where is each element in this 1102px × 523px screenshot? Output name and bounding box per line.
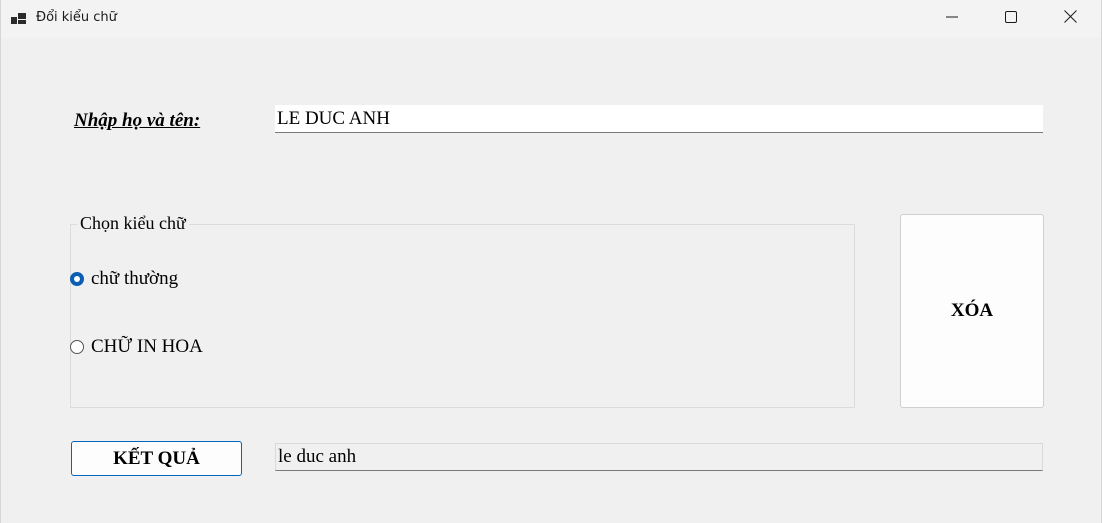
name-label: Nhập họ và tên: — [74, 110, 201, 131]
name-input[interactable] — [275, 105, 1043, 133]
minimize-icon — [946, 10, 958, 28]
uppercase-radio-label: CHỮ IN HOA — [91, 336, 203, 357]
lowercase-radio[interactable]: chữ thường — [70, 268, 178, 290]
case-style-group — [70, 224, 855, 408]
window-title: Đổi kiểu chữ — [36, 10, 117, 25]
title-bar: Đổi kiểu chữ — [1, 0, 1101, 38]
app-window: Đổi kiểu chữ Nhập họ và tên: Chọn kiểu c… — [0, 0, 1102, 523]
result-button[interactable]: KẾT QUẢ — [71, 441, 242, 476]
uppercase-radio[interactable]: CHỮ IN HOA — [70, 336, 203, 358]
maximize-button[interactable] — [982, 0, 1040, 38]
app-window-icon — [11, 11, 27, 27]
clear-button[interactable]: XÓA — [900, 214, 1044, 408]
close-button[interactable] — [1041, 0, 1099, 38]
minimize-button[interactable] — [923, 0, 981, 38]
lowercase-radio-label: chữ thường — [91, 268, 179, 289]
case-style-group-title: Chọn kiểu chữ — [77, 213, 189, 234]
radio-unchecked-icon — [70, 340, 84, 354]
result-output[interactable] — [275, 443, 1043, 471]
close-icon — [1063, 10, 1077, 28]
radio-checked-icon — [70, 272, 84, 286]
maximize-icon — [1005, 10, 1017, 28]
